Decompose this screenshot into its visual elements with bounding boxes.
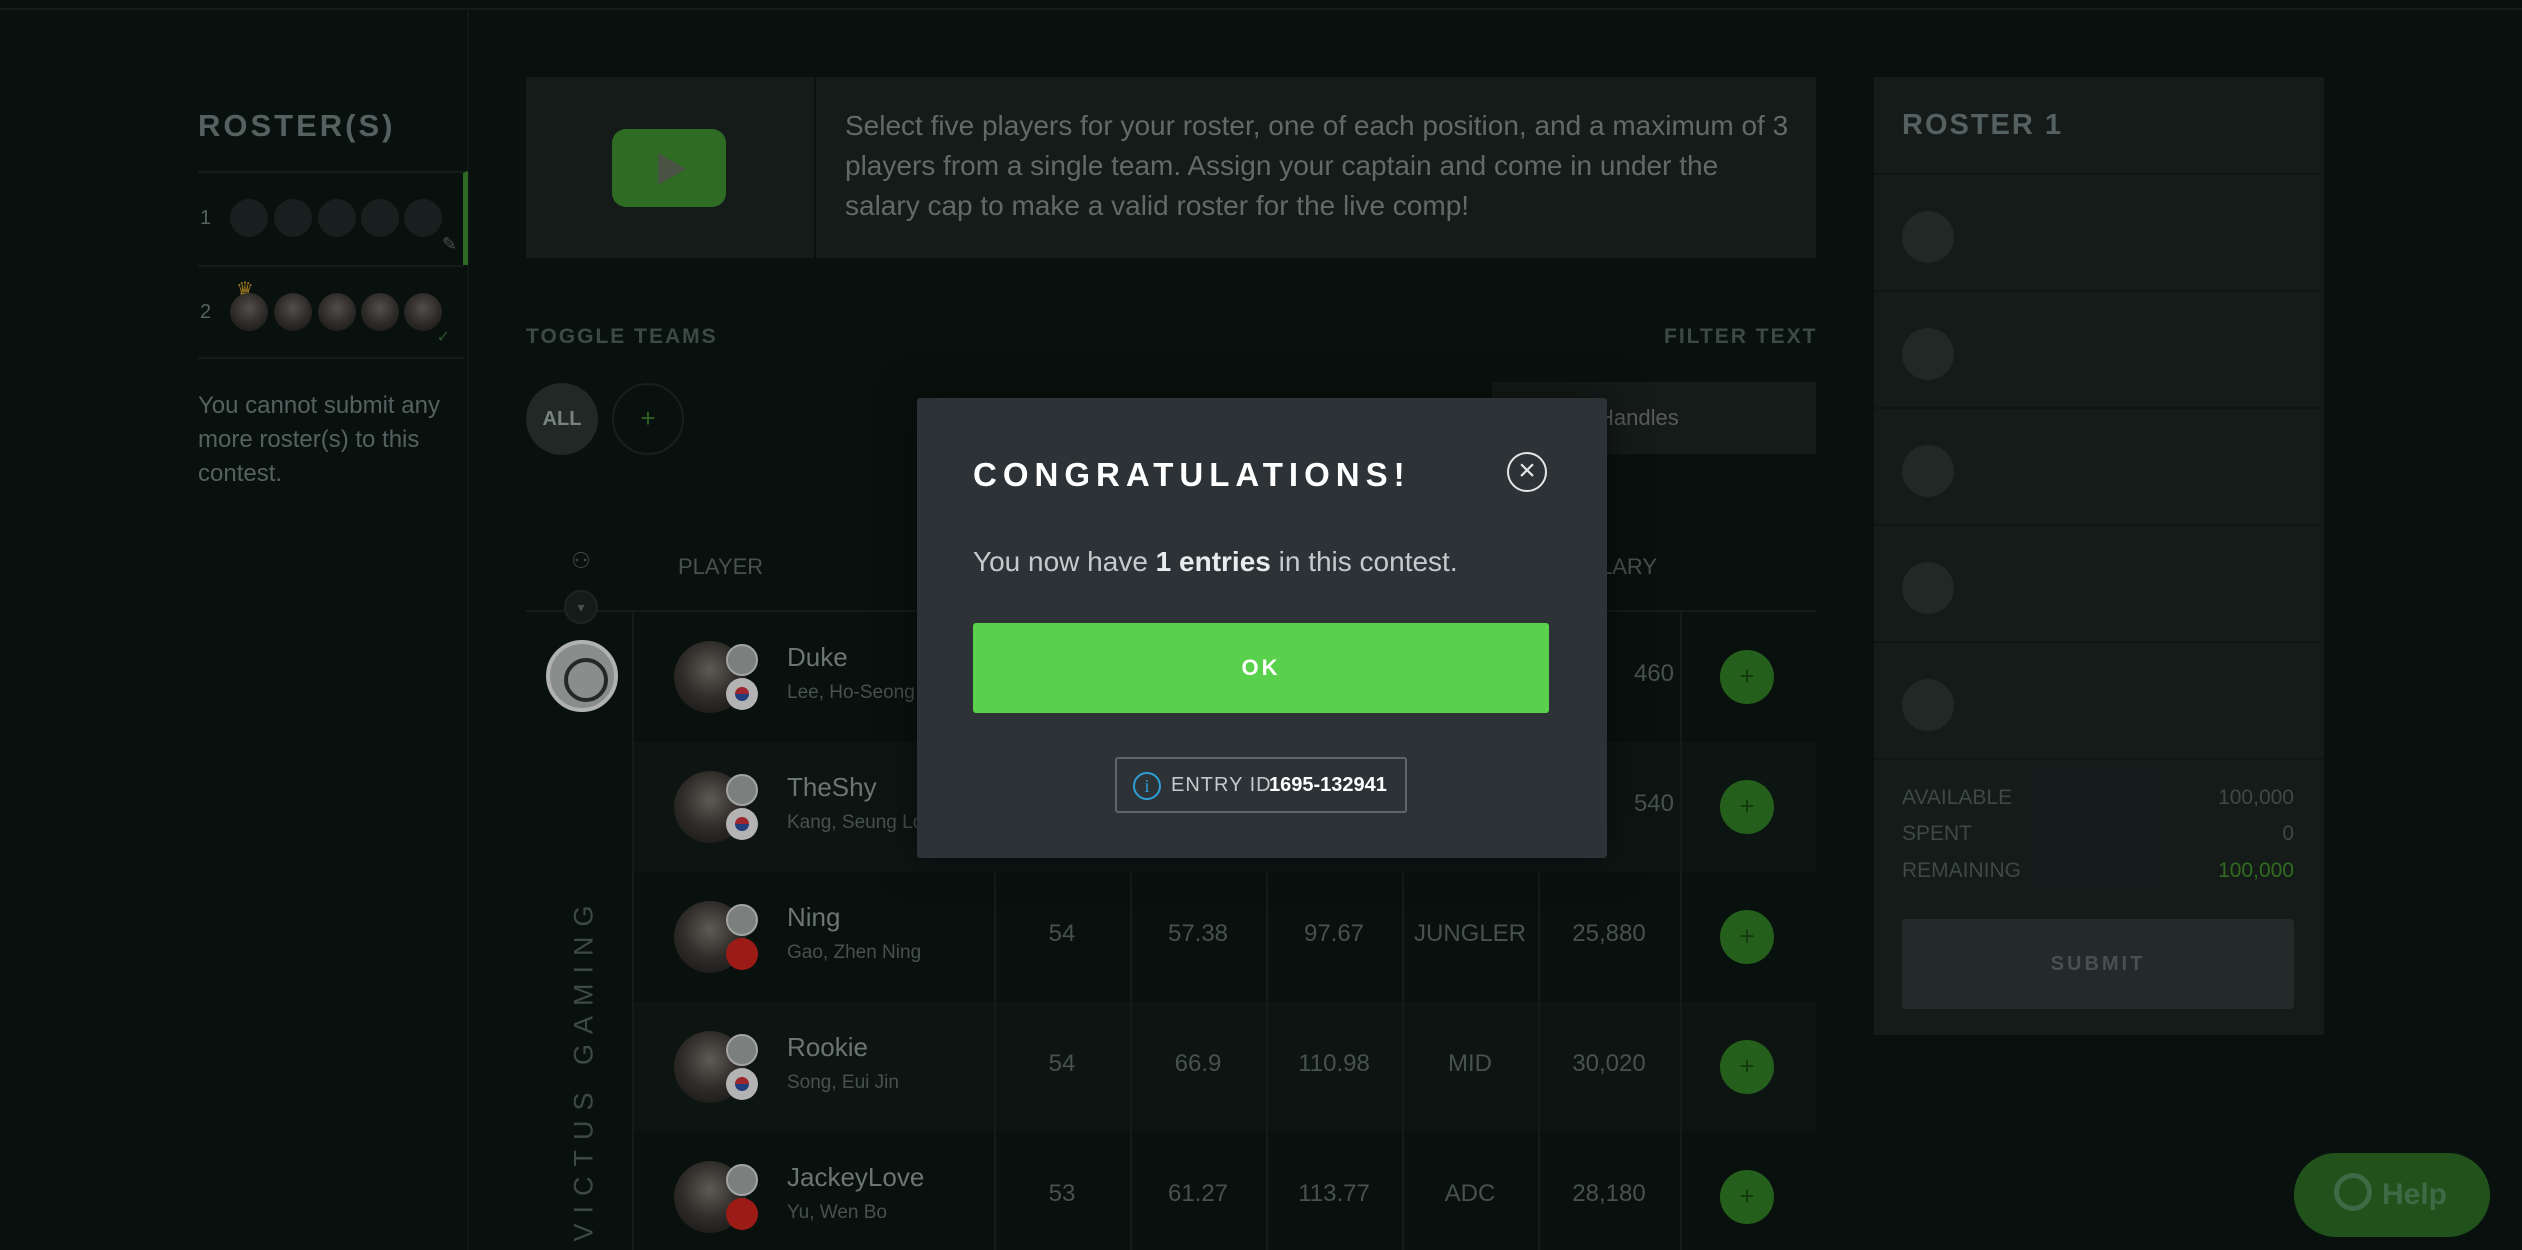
entry-id-badge: i ENTRY ID 1695-132941 — [1115, 757, 1407, 813]
message-suffix: in this contest. — [1270, 546, 1458, 577]
entry-id-label: ENTRY ID — [1171, 774, 1272, 796]
close-icon[interactable]: × — [1507, 452, 1547, 492]
info-icon: i — [1133, 772, 1161, 800]
congratulations-modal: CONGRATULATIONS! × You now have 1 entrie… — [917, 398, 1607, 858]
entry-id-value: 1695-132941 — [1269, 774, 1387, 796]
entries-count: 1 entries — [1155, 546, 1271, 577]
modal-title: CONGRATULATIONS! — [973, 456, 1411, 493]
ok-button[interactable]: OK — [973, 623, 1549, 713]
modal-message: You now have 1 entries in this contest. — [973, 546, 1458, 578]
message-prefix: You now have — [973, 546, 1156, 577]
